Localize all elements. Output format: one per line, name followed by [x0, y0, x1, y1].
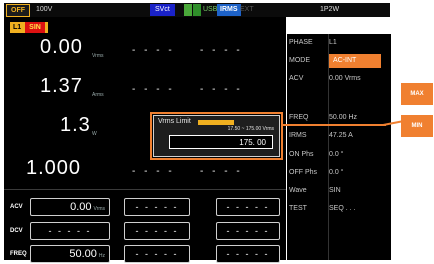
current-reading: 1.37 [40, 75, 83, 97]
param-name: FREQ [289, 114, 309, 121]
dialog-title: Vrms Limit [158, 118, 191, 125]
param-value: SIN [329, 187, 341, 194]
min-softkey[interactable]: MIN [401, 115, 433, 137]
param-row-wave[interactable]: Wave SIN [287, 183, 391, 201]
voltage-reading: 0.00 [40, 36, 83, 58]
param-name: IRMS [289, 132, 307, 139]
dcv-field-3[interactable]: - - - - - [216, 222, 280, 240]
freq-dash: - - - - - [135, 249, 179, 259]
param-name: OFF Phs [289, 169, 318, 176]
waveform-tag: SIN [25, 22, 45, 33]
channel-label: L1 [13, 24, 22, 31]
param-value: 50.00 Hz [329, 114, 358, 121]
param-name: ACV [289, 75, 304, 82]
dcv-dash: - - - - - [48, 226, 92, 236]
freq-label: FREQ [10, 251, 27, 257]
freq-unit: Hz [98, 253, 105, 259]
voltage-dash: - - - - [132, 45, 175, 56]
vrms-limit-input[interactable]: 175. 00 [169, 135, 273, 149]
param-name: ON Phs [289, 151, 314, 158]
param-row-irms[interactable]: IRMS 47.25 A [287, 128, 391, 146]
dcv-dash: - - - - - [135, 226, 179, 236]
param-row-on-phase[interactable]: ON Phs 0.0 ° [287, 147, 391, 165]
ext-label: EXT [240, 6, 254, 13]
param-value: 47.25 A [329, 132, 353, 139]
acv-value-wrap: 0.00 Vrms [70, 199, 105, 217]
dialog-range: 17.50 ~ 175.00 Vrms [227, 126, 274, 132]
acv-field[interactable]: 0.00 Vrms [30, 198, 110, 216]
dcv-field[interactable]: - - - - - [30, 222, 110, 240]
power-reading: 1.3 [60, 114, 91, 136]
status-square-icon [193, 4, 201, 16]
voltage-unit: Vrms [92, 53, 104, 59]
freq-dash: - - - - - [226, 249, 270, 259]
freq-field[interactable]: 50.00 Hz [30, 245, 110, 263]
param-name: PHASE [289, 39, 313, 46]
param-value: L1 [329, 39, 337, 46]
dialog-title-bar [198, 120, 234, 125]
acv-label: ACV [10, 204, 23, 210]
freq-field-2[interactable]: - - - - - [124, 245, 190, 263]
voltage-range-label: 100V [36, 6, 53, 13]
usb-label: USB [203, 6, 218, 13]
param-value: 0.00 Vrms [329, 75, 361, 82]
acv-unit: Vrms [93, 206, 105, 212]
dcv-field-2[interactable]: - - - - - [124, 222, 190, 240]
sense-badge: SVct [150, 4, 175, 16]
dcv-dash: - - - - - [226, 226, 270, 236]
freq-value: 50.00 [69, 248, 97, 260]
divider [4, 189, 286, 190]
instrument-screen: OFF 100V SVct USB IRMS EXT 1P2W L1 SIN 0.… [0, 0, 434, 264]
param-row-test[interactable]: TEST SEQ . . . [287, 201, 391, 219]
acv-value: 0.00 [70, 201, 92, 213]
vrms-limit-dialog: Vrms Limit 17.50 ~ 175.00 Vrms 175. 00 [153, 115, 280, 157]
status-bar: OFF 100V SVct USB IRMS EXT 1P2W [4, 3, 390, 17]
param-value-selected: AC-INT [329, 54, 381, 68]
freq-value-wrap: 50.00 Hz [69, 246, 105, 264]
current-unit: Arms [92, 92, 104, 98]
param-row-off-phase[interactable]: OFF Phs 0.0 ° [287, 165, 391, 183]
param-row-phase[interactable]: PHASE L1 [287, 35, 391, 53]
status-square-icon [184, 4, 192, 16]
param-row-acv[interactable]: ACV 0.00 Vrms [287, 71, 391, 89]
pf-dash: - - - - [200, 166, 243, 177]
param-name: MODE [289, 57, 310, 64]
acv-field-2[interactable]: - - - - - [124, 198, 190, 216]
power-config-label: 1P2W [320, 6, 340, 13]
connector-line [283, 124, 386, 126]
current-dash: - - - - [200, 84, 243, 95]
irms-badge: IRMS [217, 4, 241, 16]
current-dash: - - - - [132, 84, 175, 95]
param-row-mode[interactable]: MODE AC-INT [287, 53, 391, 71]
channel-tag: L1 SIN [10, 22, 48, 33]
param-value: 0.0 ° [329, 169, 344, 176]
param-value: SEQ . . . [329, 205, 356, 212]
acv-dash: - - - - - [135, 202, 179, 212]
dcv-label: DCV [10, 228, 23, 234]
acv-dash: - - - - - [226, 202, 270, 212]
output-state-badge[interactable]: OFF [6, 4, 30, 17]
power-unit: W [92, 131, 97, 137]
parameter-panel: PHASE L1 MODE AC-INT ACV 0.00 Vrms FREQ … [287, 34, 391, 260]
freq-field-3[interactable]: - - - - - [216, 245, 280, 263]
max-softkey[interactable]: MAX [401, 83, 433, 105]
param-value: 0.0 ° [329, 151, 344, 158]
param-name: Wave [289, 187, 307, 194]
voltage-dash: - - - - [200, 45, 243, 56]
param-name: TEST [289, 205, 307, 212]
acv-field-3[interactable]: - - - - - [216, 198, 280, 216]
pf-reading: 1.000 [26, 157, 82, 179]
pf-dash: - - - - [132, 166, 175, 177]
